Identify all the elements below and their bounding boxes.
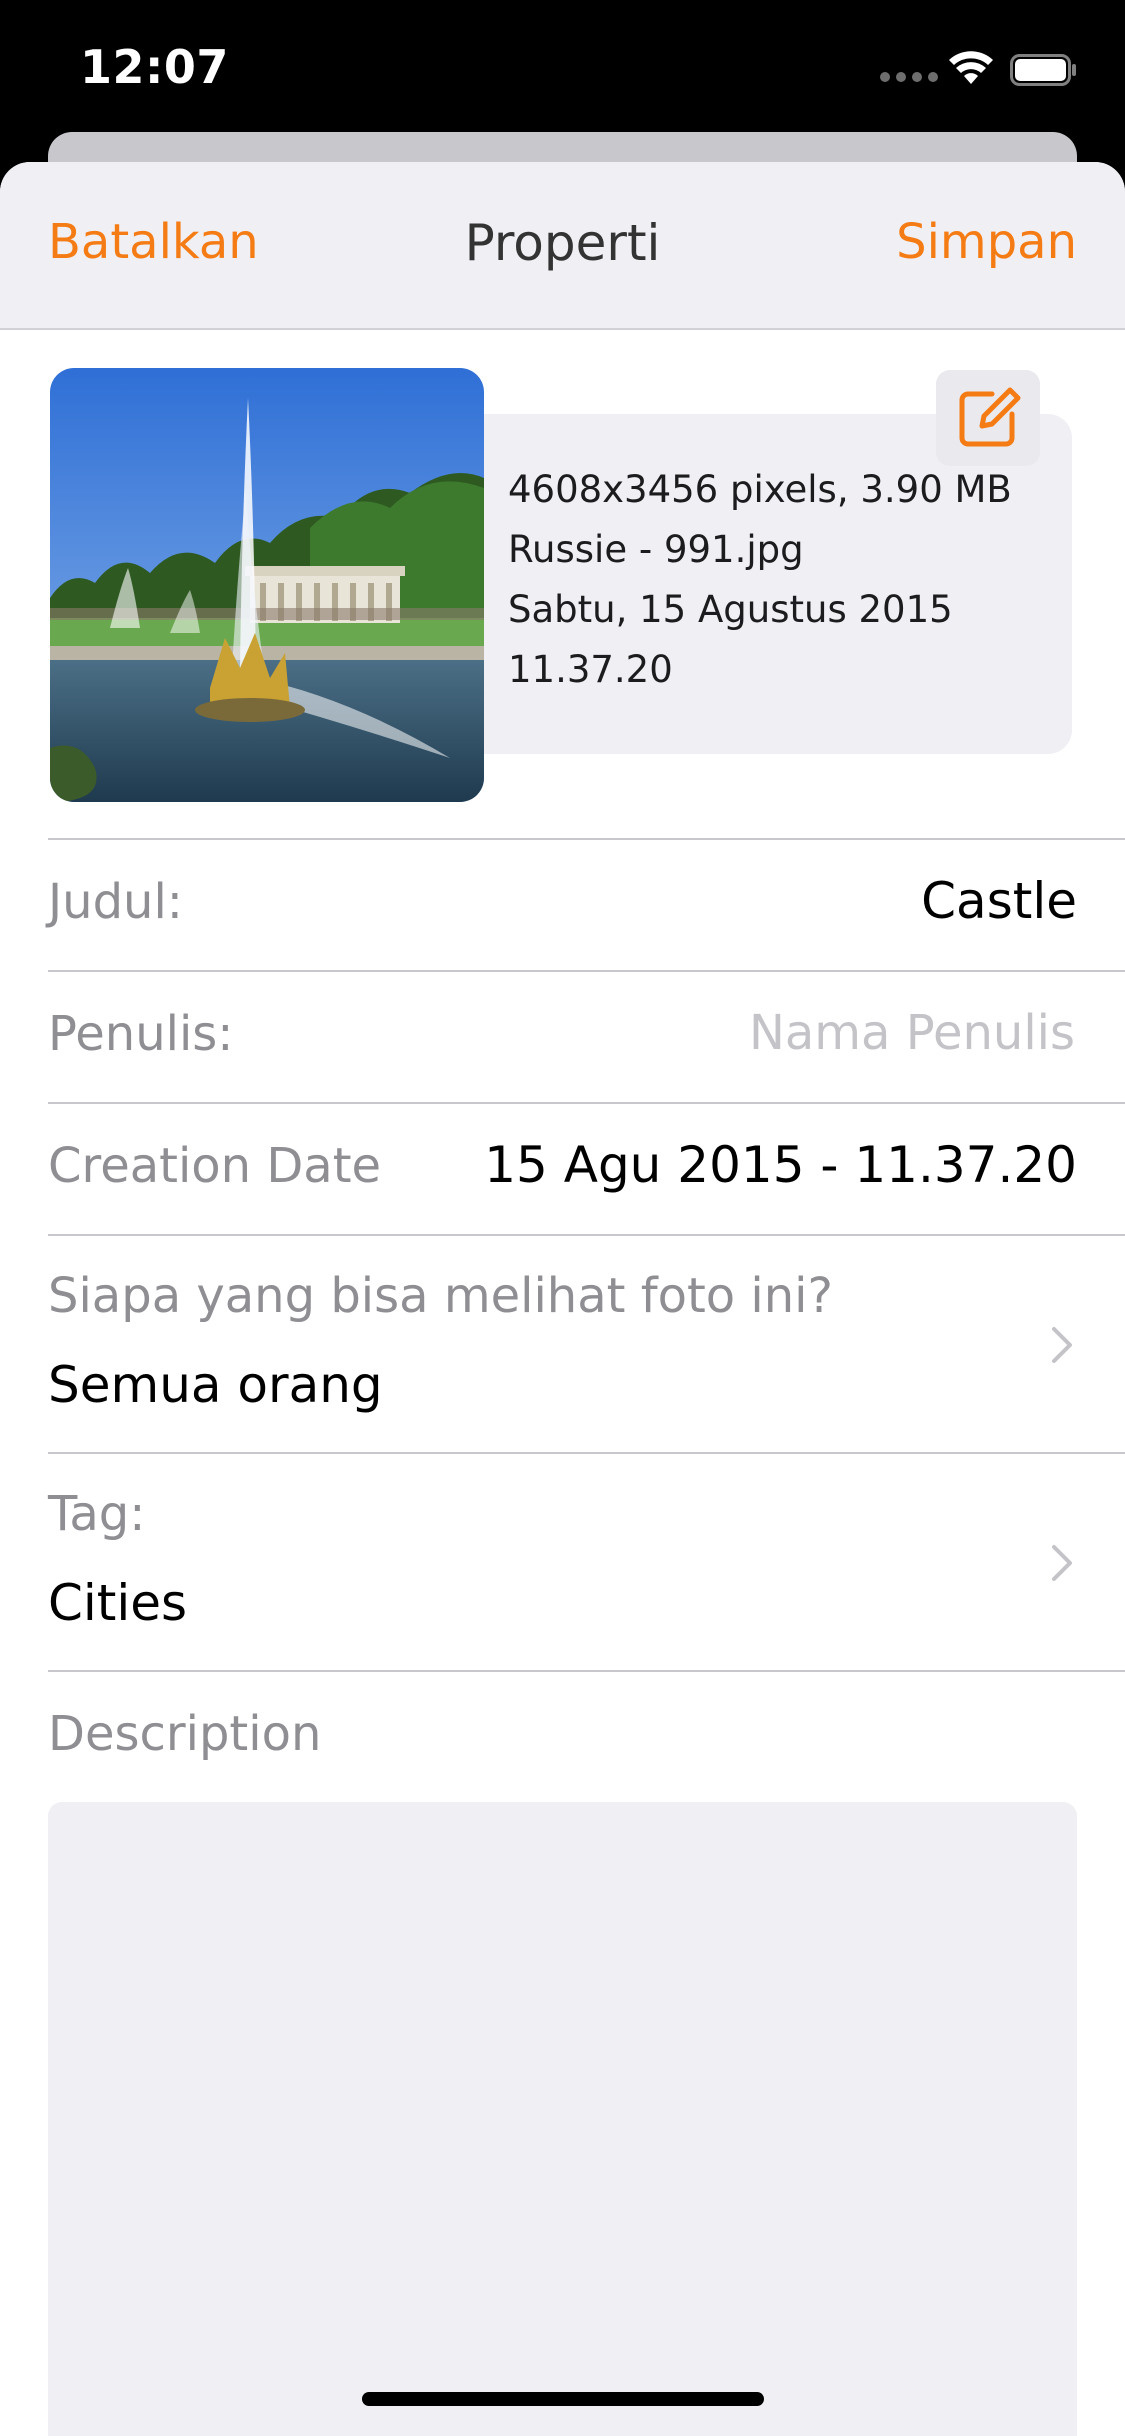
- divider: [48, 1102, 1125, 1104]
- save-button[interactable]: Simpan: [896, 214, 1077, 270]
- divider: [48, 970, 1125, 972]
- description-label: Description: [48, 1706, 322, 1762]
- home-indicator: [362, 2392, 764, 2406]
- photo-dimensions-size: 4608x3456 pixels, 3.90 MB: [508, 468, 1012, 511]
- divider: [48, 1234, 1125, 1236]
- wifi-icon: [949, 51, 993, 84]
- tags-value: Cities: [48, 1574, 188, 1632]
- creation-date-label: Creation Date: [48, 1138, 382, 1194]
- cellular-signal-icon: [880, 72, 938, 82]
- status-bar: 12:07: [0, 0, 1125, 140]
- divider: [48, 1452, 1125, 1454]
- chevron-right-icon: [1052, 1545, 1072, 1581]
- battery-icon: [1010, 54, 1076, 86]
- author-input[interactable]: [553, 1004, 1077, 1062]
- edit-photo-button[interactable]: [936, 370, 1040, 466]
- photo-thumbnail[interactable]: [50, 368, 484, 802]
- creation-date-value[interactable]: 15 Agu 2015 - 11.37.20: [484, 1136, 1077, 1194]
- divider: [48, 1670, 1125, 1672]
- title-value[interactable]: Castle: [921, 872, 1077, 930]
- fountain-photo-image: [50, 368, 484, 802]
- navigation-bar: Batalkan Properti Simpan: [0, 162, 1125, 330]
- tags-label: Tag:: [48, 1486, 146, 1542]
- photo-info: 4608x3456 pixels, 3.90 MB Russie - 991.j…: [508, 460, 1012, 700]
- title-label: Judul:: [48, 874, 183, 930]
- photo-filename: Russie - 991.jpg: [508, 528, 804, 571]
- chevron-right-icon: [1052, 1327, 1072, 1363]
- description-textarea[interactable]: [48, 1802, 1077, 2436]
- photo-date: Sabtu, 15 Agustus 2015: [508, 588, 953, 631]
- divider: [48, 838, 1125, 840]
- properties-sheet: Batalkan Properti Simpan 4608x3456 pixel…: [0, 162, 1125, 2436]
- edit-icon: [959, 387, 1021, 447]
- visibility-label: Siapa yang bisa melihat foto ini?: [48, 1268, 833, 1324]
- photo-time: 11.37.20: [508, 648, 673, 691]
- author-label: Penulis:: [48, 1006, 234, 1062]
- visibility-value: Semua orang: [48, 1356, 383, 1414]
- status-time: 12:07: [80, 40, 229, 94]
